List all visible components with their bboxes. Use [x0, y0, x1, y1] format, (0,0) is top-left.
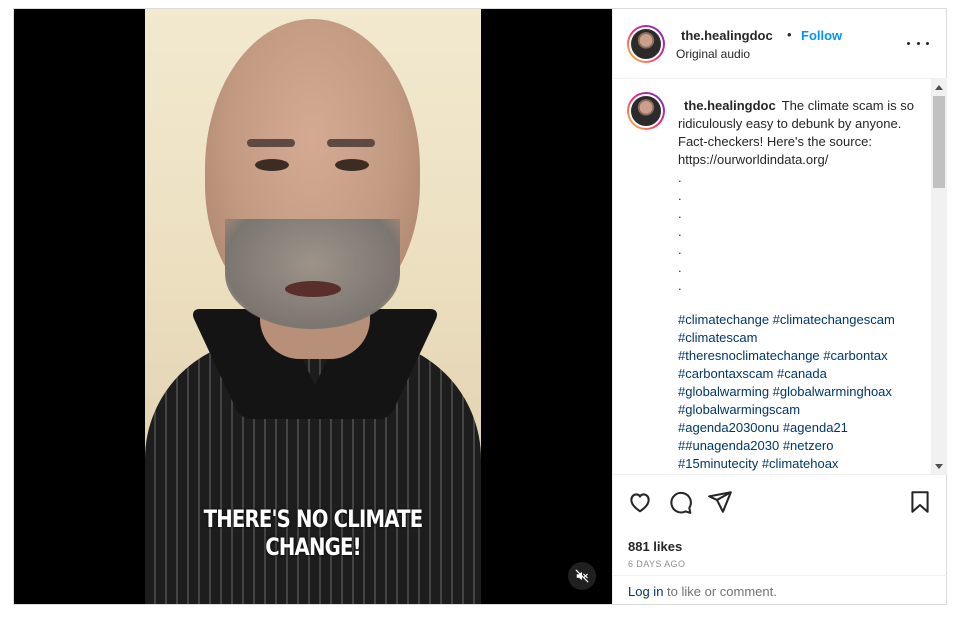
caption-section: the.healingdoc The climate scam is so rid…: [613, 79, 947, 475]
login-link[interactable]: Log in: [628, 584, 663, 599]
post-caption: the.healingdoc The climate scam is so rid…: [678, 97, 923, 295]
hashtag-line[interactable]: #climatechange #climatechangescam: [678, 311, 923, 329]
header-username[interactable]: the.healingdoc: [681, 28, 773, 43]
caption-body: The climate scam is so ridiculously easy…: [678, 98, 914, 293]
avatar[interactable]: [627, 25, 665, 63]
post-timestamp[interactable]: 6 DAYS AGO: [628, 559, 685, 569]
share-icon[interactable]: [707, 489, 733, 515]
hashtag-list: #climatechange #climatechangescam #clima…: [678, 311, 923, 473]
hashtag-line[interactable]: #theresnoclimatechange #carbontax: [678, 347, 923, 365]
post-actions: 881 likes 6 DAYS AGO: [613, 475, 947, 585]
likes-count[interactable]: 881 likes: [628, 539, 682, 554]
post-dialog: THERE'S NO CLIMATE CHANGE! the.healingdo…: [13, 8, 947, 605]
mute-button[interactable]: [568, 562, 596, 590]
original-audio-link[interactable]: Original audio: [676, 47, 750, 61]
video-beard: [225, 219, 400, 329]
header-separator: •: [787, 27, 792, 42]
comments-scrollbar[interactable]: [931, 79, 947, 474]
video-eye-left: [255, 159, 289, 171]
video-eye-right: [335, 159, 369, 171]
scroll-thumb[interactable]: [933, 96, 945, 188]
caption-avatar[interactable]: [627, 92, 665, 130]
hashtag-line[interactable]: #agenda2030onu #agenda21: [678, 419, 923, 437]
post-header: the.healingdoc • Follow Original audio: [613, 9, 947, 79]
hashtag-line[interactable]: #carbontaxscam #canada: [678, 365, 923, 383]
video-brow-left: [247, 139, 295, 147]
video-shirt: [145, 339, 481, 604]
hashtag-line[interactable]: ##unagenda2030 #netzero: [678, 437, 923, 455]
follow-button[interactable]: Follow: [801, 28, 842, 43]
caption-username[interactable]: the.healingdoc: [684, 98, 776, 113]
login-prompt: Log in to like or comment.: [613, 575, 947, 604]
login-prompt-text: to like or comment.: [663, 584, 777, 599]
hashtag-line[interactable]: #globalwarmingscam: [678, 401, 923, 419]
video-mouth: [285, 281, 341, 297]
hashtag-line[interactable]: #climatescam: [678, 329, 923, 347]
video-brow-right: [327, 139, 375, 147]
hashtag-line[interactable]: #globalwarming #globalwarminghoax: [678, 383, 923, 401]
video-player[interactable]: THERE'S NO CLIMATE CHANGE!: [14, 9, 612, 604]
bookmark-icon[interactable]: [907, 489, 933, 515]
comment-icon[interactable]: [667, 489, 693, 515]
hashtag-line[interactable]: #15minutecity #climatehoax: [678, 455, 923, 473]
heart-icon[interactable]: [627, 489, 653, 515]
scroll-up-arrow[interactable]: [935, 85, 943, 90]
speaker-muted-icon: [575, 569, 589, 583]
video-caption: THERE'S NO CLIMATE CHANGE!: [203, 505, 424, 561]
post-side-panel: the.healingdoc • Follow Original audio t…: [612, 9, 947, 604]
scroll-down-arrow[interactable]: [935, 464, 943, 469]
more-options-icon[interactable]: [907, 33, 929, 53]
